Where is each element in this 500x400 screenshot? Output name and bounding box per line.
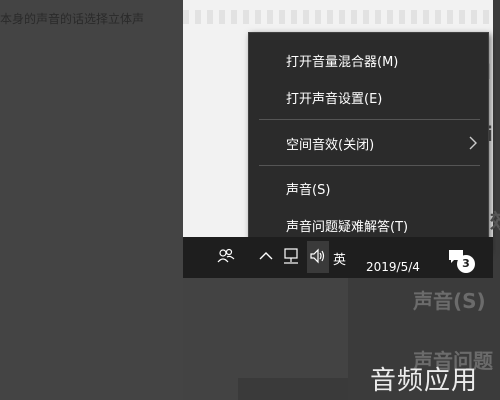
menu-item-spatial-sound[interactable]: 空间音效(关闭) [249, 126, 488, 160]
menu-item-label: 打开音量混合器(M) [286, 54, 399, 70]
ghost-sound-label: 声音(S) [413, 289, 486, 313]
background-left-panel [0, 0, 183, 400]
taskbar: 英 2019/5/4 3 [183, 237, 493, 278]
menu-item-label: 声音问题疑难解答(T) [286, 219, 409, 235]
menu-item-sounds[interactable]: 声音(S) [249, 171, 488, 205]
network-icon[interactable] [282, 247, 300, 265]
blurred-text-strip [183, 10, 493, 24]
ghost-text: 效 [490, 205, 500, 234]
menu-item-label: 空间音效(关闭) [286, 137, 375, 153]
chevron-up-icon[interactable] [257, 247, 275, 265]
article-text-line: 本身的声音的话选择立体声 [0, 12, 145, 26]
speaker-context-menu: 打开音量混合器(M) 打开声音设置(E) 空间音效(关闭) 声音(S) 声音问题… [248, 32, 489, 252]
clock-date[interactable]: 2019/5/4 [366, 260, 420, 274]
input-method-indicator[interactable]: 英 [333, 249, 346, 268]
speaker-icon[interactable] [309, 247, 327, 265]
menu-item-open-sound-settings[interactable]: 打开声音设置(E) [249, 80, 488, 114]
notification-count-badge: 3 [457, 255, 475, 273]
menu-separator [259, 119, 480, 120]
background-bottom-strip [238, 378, 348, 400]
people-icon[interactable] [217, 247, 235, 265]
menu-item-open-volume-mixer[interactable]: 打开音量混合器(M) [249, 43, 488, 77]
chevron-right-icon [469, 136, 477, 150]
menu-separator [259, 165, 480, 166]
menu-item-label: 声音(S) [286, 182, 331, 198]
watermark: 音频应用 [370, 366, 479, 396]
menu-item-label: 打开声音设置(E) [286, 91, 383, 107]
